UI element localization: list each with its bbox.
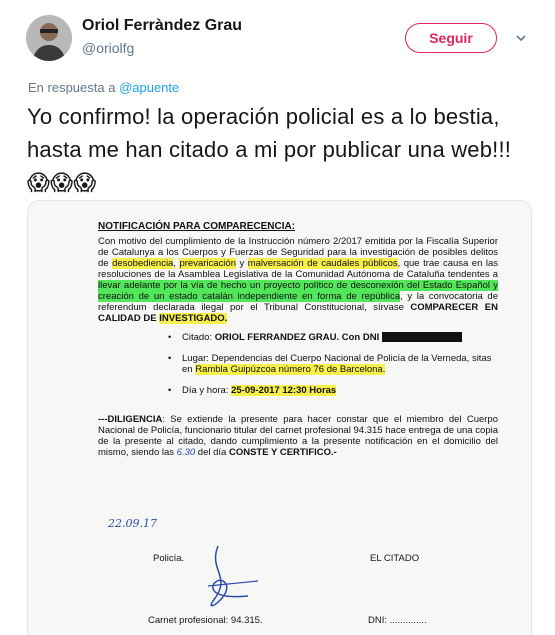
diligencia-paragraph: ---DILIGENCIA: Se extiende la presente p… bbox=[98, 414, 498, 458]
document-title: NOTIFICACIÓN PARA COMPARECENCIA: bbox=[98, 221, 296, 232]
reply-prefix: En respuesta a bbox=[28, 80, 120, 95]
fecha-line: Día y hora: 25-09-2017 12:30 Horas bbox=[168, 385, 498, 396]
citado-sign-label: EL CITADO bbox=[370, 553, 420, 564]
citado-line: Citado: ORIOL FERRANDEZ GRAU. Con DNI bbox=[168, 332, 498, 343]
carnet-label: Carnet profesional: 94.315. bbox=[148, 615, 263, 626]
document-body: Con motivo del cumplimiento de la Instru… bbox=[98, 236, 498, 324]
tweet-text: Yo confirmo! la operación policial es a … bbox=[27, 100, 532, 199]
dni-label: DNI: .............. bbox=[368, 615, 427, 626]
handwritten-date: 22.09.17 bbox=[108, 517, 157, 530]
reply-mention-link[interactable]: @apuente bbox=[119, 80, 179, 95]
redaction-bar bbox=[381, 332, 462, 343]
avatar[interactable] bbox=[26, 15, 72, 61]
lugar-line: Lugar: Dependencias del Cuerpo Nacional … bbox=[168, 353, 498, 375]
follow-button[interactable]: Seguir bbox=[405, 23, 497, 53]
display-name[interactable]: Oriol Ferràndez Grau bbox=[82, 17, 242, 35]
signature-image bbox=[207, 545, 259, 607]
tweet-media-image[interactable]: NOTIFICACIÓN PARA COMPARECENCIA: Con mot… bbox=[27, 200, 532, 635]
user-handle[interactable]: @oriolfg bbox=[82, 40, 134, 56]
tweet-header: Oriol Ferràndez Grau @oriolfg Seguir bbox=[0, 0, 555, 70]
chevron-down-icon[interactable] bbox=[514, 31, 528, 45]
reply-context: En respuesta a @apuente bbox=[28, 80, 179, 95]
tweet-body: Yo confirmo! la operación policial es a … bbox=[27, 104, 512, 162]
notification-document: NOTIFICACIÓN PARA COMPARECENCIA: Con mot… bbox=[98, 221, 498, 464]
scream-emoji: 😱😱😱 bbox=[27, 170, 97, 195]
